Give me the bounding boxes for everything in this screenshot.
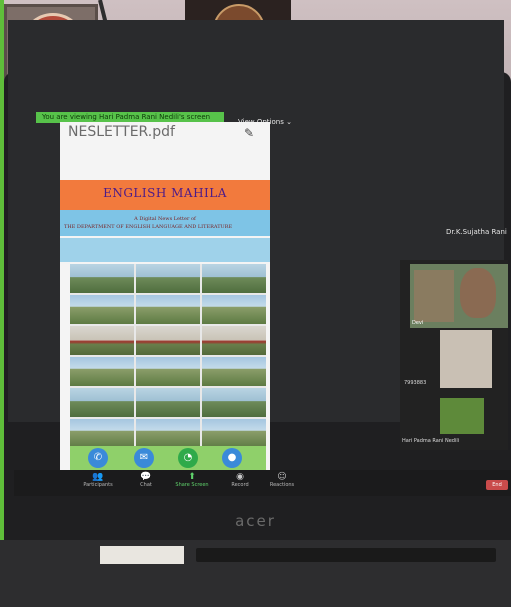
participant-label-1: Devi — [412, 320, 424, 326]
record-label: Record — [231, 482, 249, 488]
acer-logo: acer — [235, 512, 276, 530]
participant-video-2[interactable] — [440, 330, 492, 388]
participant-label-3: Hari Padma Rani Nedili — [402, 438, 460, 444]
photo — [70, 388, 134, 417]
reactions-button[interactable]: ☺ Reactions — [262, 472, 302, 488]
participant-label-2: 7993883 — [404, 380, 427, 386]
photo — [70, 264, 134, 293]
photo — [202, 264, 266, 293]
photo — [202, 388, 266, 417]
share-screen-label: Share Screen — [175, 482, 209, 488]
participants-icon: 👥 — [92, 472, 104, 482]
photo — [202, 295, 266, 324]
photo — [70, 295, 134, 324]
speaker-name: Dr.K.Sujatha Rani — [446, 228, 507, 236]
subtitle-band — [60, 210, 270, 236]
participant-video-3[interactable] — [440, 398, 484, 434]
photo-grid — [70, 264, 266, 448]
newsletter-heading: ENGLISH MAHILA — [103, 186, 227, 200]
pen-icon[interactable]: ✎ — [244, 126, 258, 140]
document-filename: NESLETTER.pdf — [68, 124, 175, 140]
record-icon: ◉ — [236, 472, 244, 482]
reactions-icon: ☺ — [277, 472, 287, 482]
laptop-sticker — [100, 546, 184, 564]
photo — [202, 419, 266, 448]
participants-button[interactable]: 👥 Participants — [78, 472, 118, 488]
function-keys — [196, 548, 496, 562]
whatsapp-icon: ◔ — [178, 448, 198, 468]
info-band — [60, 238, 270, 262]
photo — [202, 357, 266, 386]
reactions-label: Reactions — [269, 482, 295, 488]
photo — [136, 419, 200, 448]
phone-icon: ✆ — [88, 448, 108, 468]
participant-video-1[interactable]: Devi — [410, 264, 508, 328]
shared-document: NESLETTER.pdf ✎ ENGLISH MAHILA A Digital… — [60, 122, 270, 472]
photo — [136, 264, 200, 293]
share-screen-icon: ⬆ — [188, 472, 196, 482]
message-icon: ✉ — [134, 448, 154, 468]
photo — [136, 326, 200, 355]
photo — [202, 326, 266, 355]
chat-button[interactable]: 💬 Chat — [126, 472, 166, 488]
chat-icon: 💬 — [140, 472, 152, 482]
share-screen-button[interactable]: ⬆ Share Screen — [172, 472, 212, 488]
photo — [136, 295, 200, 324]
newsletter-subtitle-2: THE DEPARTMENT OF ENGLISH LANGUAGE AND L… — [64, 224, 233, 230]
newsletter-subtitle-1: A Digital News Letter of — [134, 216, 196, 222]
photo — [136, 357, 200, 386]
user-icon: ● — [222, 448, 242, 468]
end-meeting-button[interactable]: End — [486, 480, 508, 490]
chat-label: Chat — [140, 482, 152, 488]
record-button[interactable]: ◉ Record — [220, 472, 260, 488]
photo — [70, 357, 134, 386]
photo — [136, 388, 200, 417]
participants-label: Participants — [83, 482, 113, 488]
participant-face — [460, 268, 496, 318]
photo — [70, 419, 134, 448]
bookshelf — [414, 270, 454, 322]
photo — [70, 326, 134, 355]
